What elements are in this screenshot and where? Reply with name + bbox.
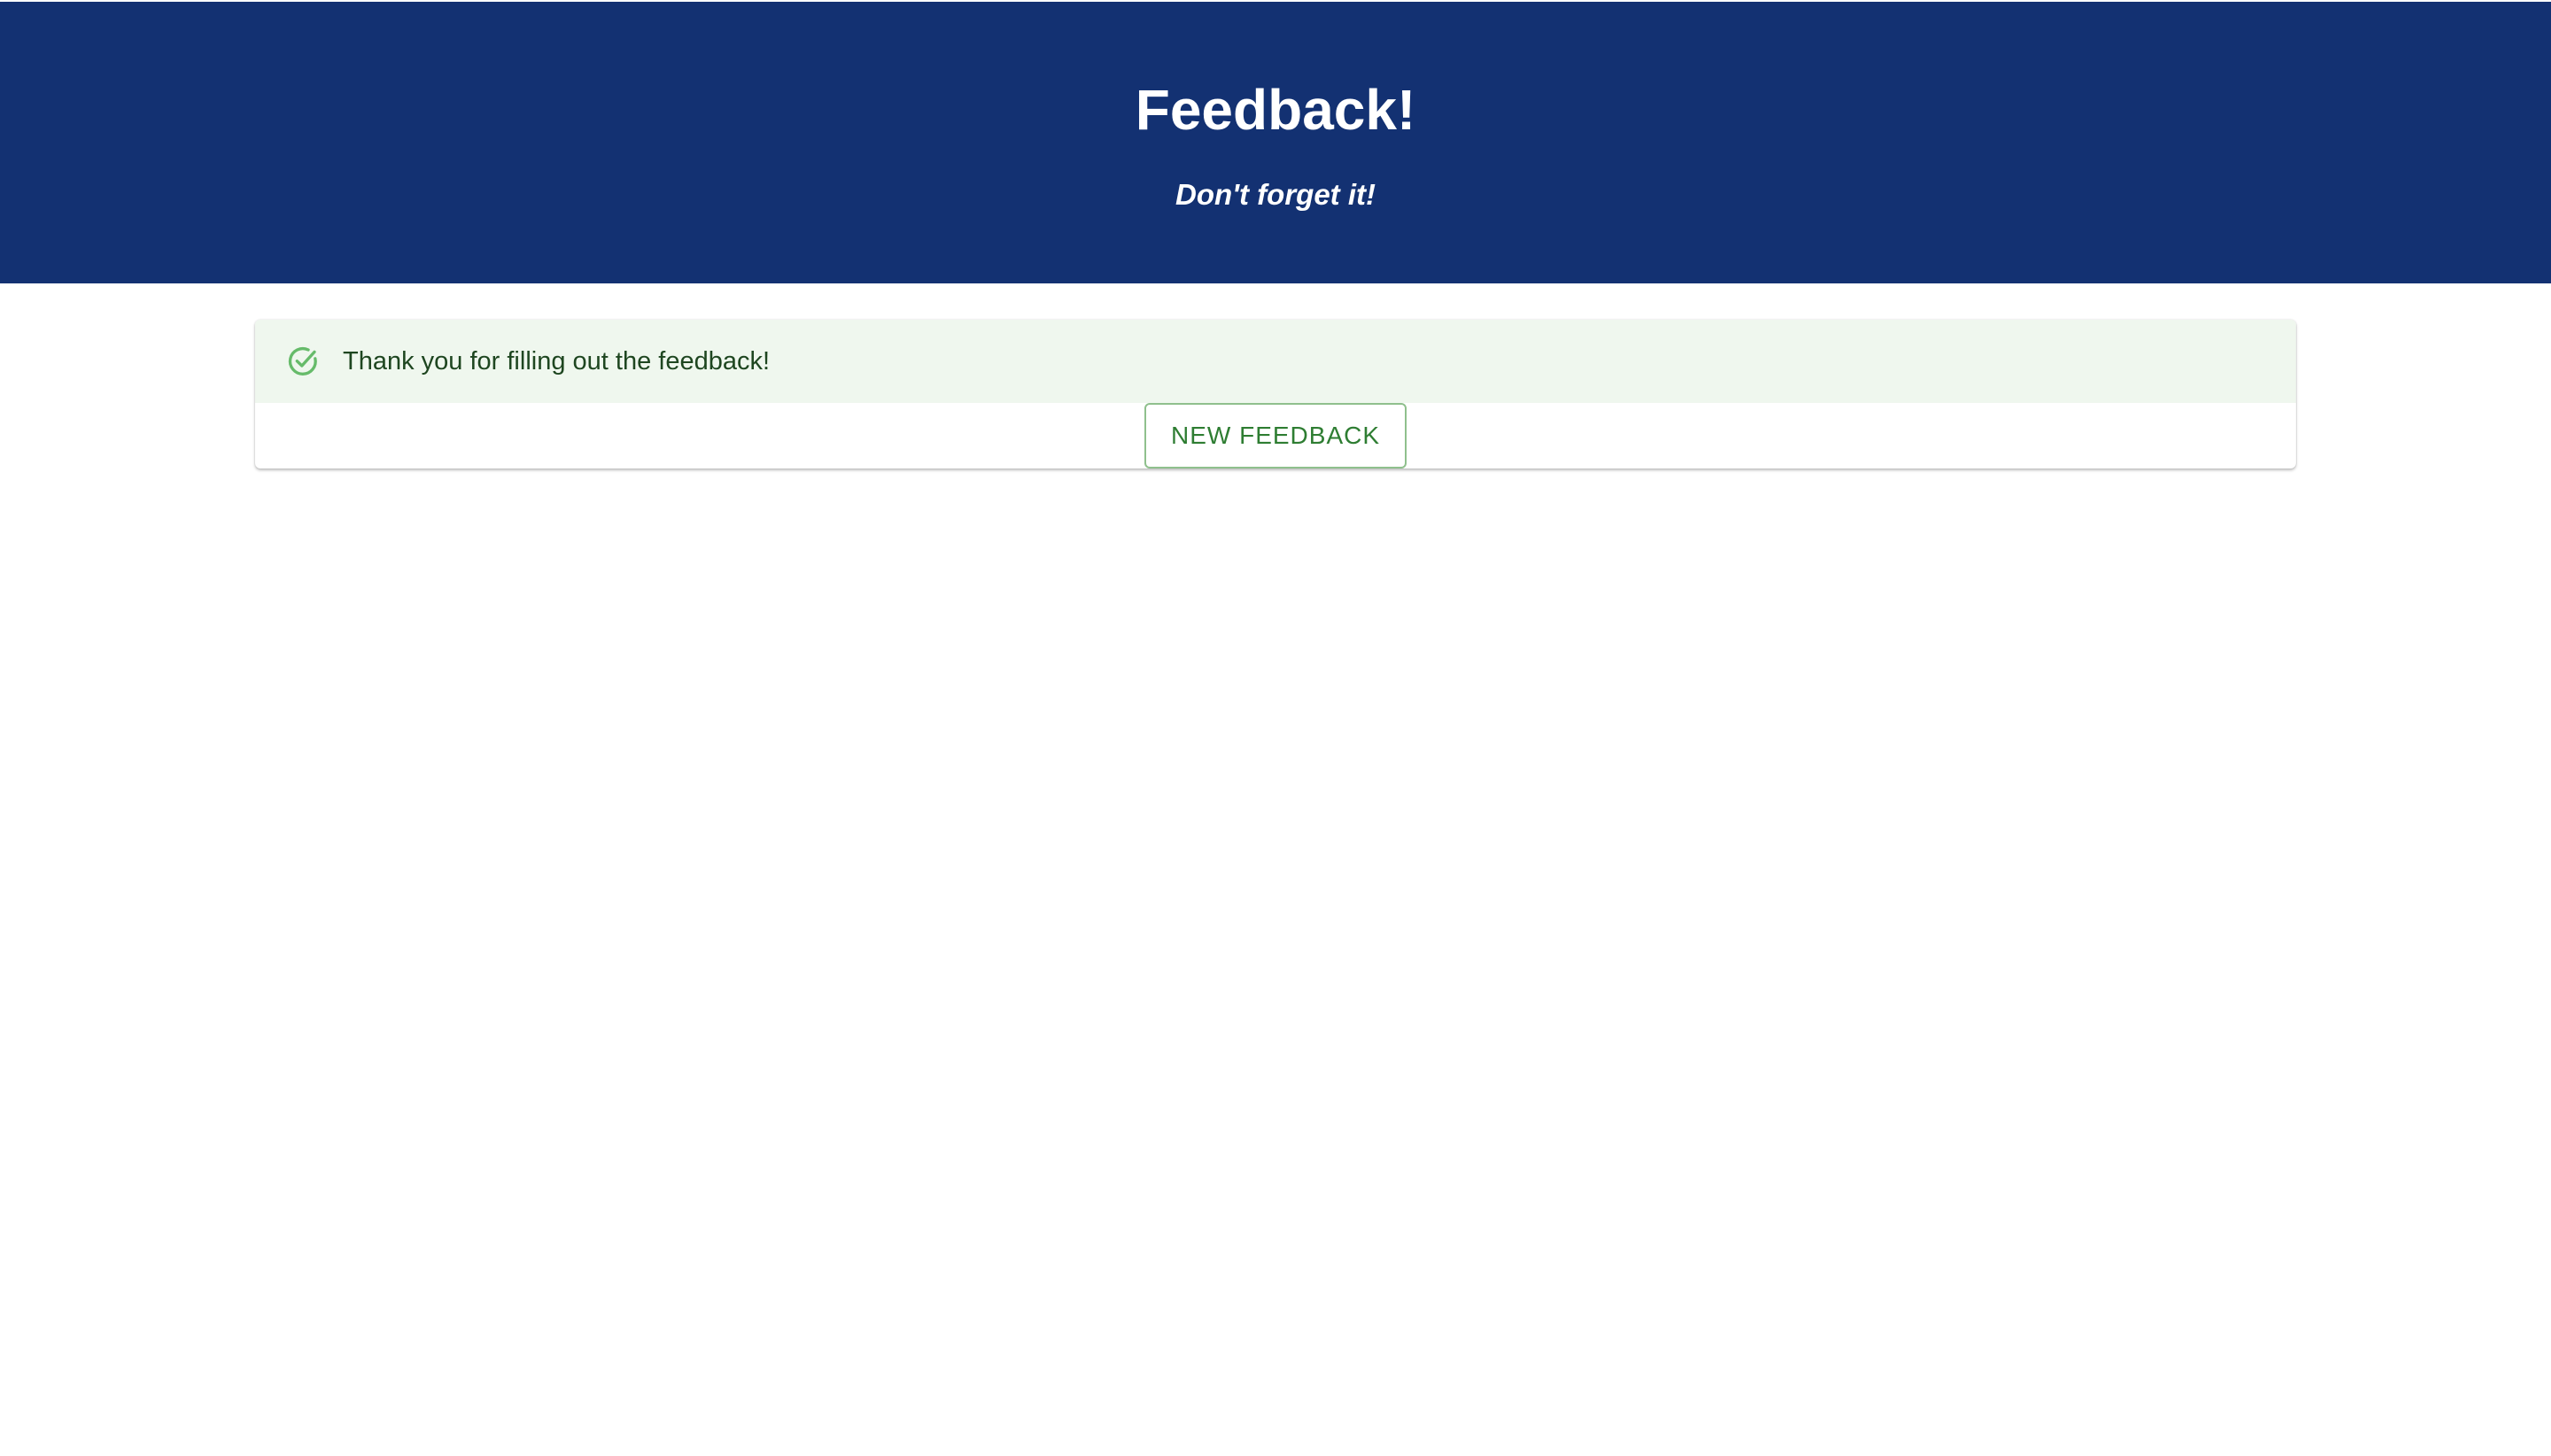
page-header: Feedback! Don't forget it! <box>0 2 2551 283</box>
page-subtitle: Don't forget it! <box>1175 178 1376 211</box>
feedback-confirmation-card: Thank you for filling out the feedback! … <box>255 320 2296 469</box>
page-title: Feedback! <box>1135 78 1416 142</box>
check-circle-icon <box>285 344 321 379</box>
success-alert: Thank you for filling out the feedback! <box>255 320 2296 403</box>
success-message: Thank you for filling out the feedback! <box>343 347 771 376</box>
new-feedback-button[interactable]: NEW FEEDBACK <box>1144 403 1407 469</box>
